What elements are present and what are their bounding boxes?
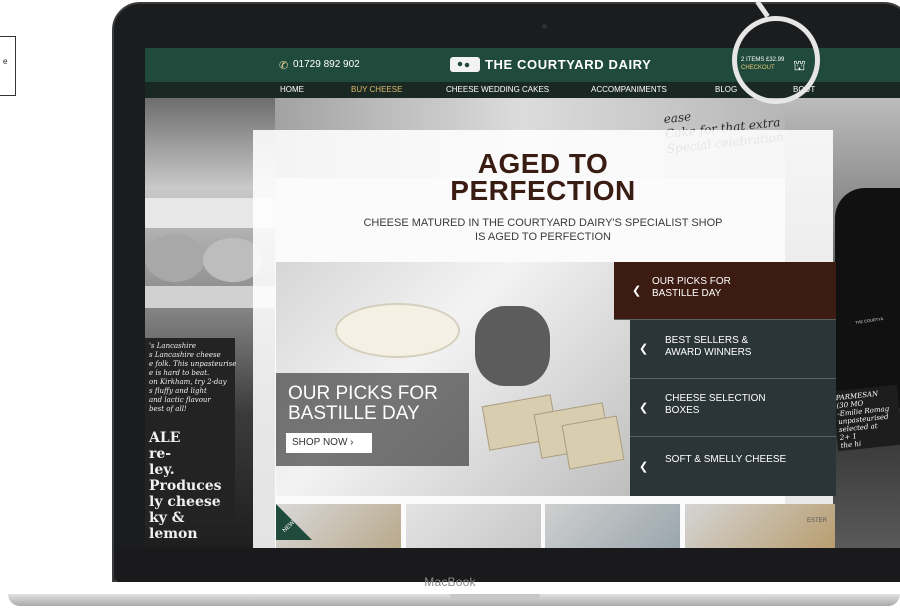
nav-item-accompaniments[interactable]: ACCOMPANIMENTS — [591, 85, 667, 94]
hero-title-line2: PERFECTION — [450, 175, 636, 206]
menu-item-soft-smelly[interactable]: ❮ SOFT & SMELLY CHEESE — [630, 437, 836, 496]
menu-item-label: SOFT & SMELLY CHEESE — [665, 454, 786, 466]
side-note-box: e — [0, 36, 16, 96]
menu-item-line2: AWARD WINNERS — [665, 347, 752, 358]
phone-icon: ✆ — [279, 60, 289, 72]
cheese-wheel-image — [145, 234, 205, 282]
hero-subtitle-line2: IS AGED TO PERFECTION — [475, 231, 611, 243]
chevron-left-icon: ❮ — [639, 402, 649, 414]
parmesan-sign: PARMESAN (30 MO -Emilie Romag unpasteuri… — [832, 384, 900, 452]
chevron-left-icon: ❮ — [632, 285, 642, 297]
side-note-text: e — [3, 57, 8, 66]
menu-item-line1: CHEESE SELECTION — [665, 393, 766, 404]
menu-item-best-sellers[interactable]: ❮ BEST SELLERS & AWARD WINNERS — [630, 320, 836, 379]
menu-item-selection-boxes[interactable]: ❮ CHEESE SELECTION BOXES — [630, 379, 836, 437]
laptop-notch — [450, 594, 540, 600]
nav-item-home[interactable]: HOME — [280, 85, 304, 94]
menu-item-bastille-day[interactable]: ❮ OUR PICKS FOR BASTILLE DAY — [614, 262, 836, 320]
chalkboard-small-text: 's Lancashire s Lancashire cheese e folk… — [149, 342, 237, 413]
hero-title: AGED TO PERFECTION — [253, 148, 833, 206]
hero-subtitle-line1: CHEESE MATURED IN THE COURTYARD DAIRY'S … — [363, 217, 723, 229]
feature-title-line2: BASTILLE DAY — [288, 403, 420, 424]
chevron-left-icon: ❮ — [639, 343, 649, 355]
chevron-left-icon: ❮ — [639, 461, 649, 473]
menu-item-label: OUR PICKS FOR BASTILLE DAY — [652, 276, 731, 300]
logo-icon[interactable] — [450, 57, 480, 72]
site-logo-text[interactable]: THE COURTYARD DAIRY — [485, 57, 651, 72]
cracker-image — [561, 415, 625, 470]
screen: 's Lancashire s Lancashire cheese e folk… — [145, 48, 900, 548]
menu-item-line1: OUR PICKS FOR — [652, 276, 731, 287]
menu-item-line1: SOFT & SMELLY CHEESE — [665, 454, 787, 465]
feature-title: OUR PICKS FOR BASTILLE DAY — [288, 384, 438, 424]
phone-number[interactable]: 01729 892 902 — [293, 59, 360, 70]
product-thumbnail[interactable] — [685, 504, 835, 548]
product-thumbnail[interactable] — [545, 504, 680, 548]
camera-icon — [542, 24, 547, 29]
menu-item-line1: BEST SELLERS & — [665, 335, 749, 346]
hero-subtitle: CHEESE MATURED IN THE COURTYARD DAIRY'S … — [325, 216, 761, 244]
chalkboard-image: 's Lancashire s Lancashire cheese e folk… — [145, 338, 237, 542]
tester-label: ESTER — [807, 518, 828, 524]
menu-item-label: BEST SELLERS & AWARD WINNERS — [665, 335, 751, 359]
nav-item-blog[interactable]: BLOG — [715, 85, 737, 94]
product-thumbnail[interactable] — [406, 504, 541, 548]
highlight-circle — [732, 16, 820, 104]
shop-now-button[interactable]: SHOP NOW › — [286, 433, 372, 453]
cheese-image — [475, 306, 550, 386]
device-brand-label: MacBook — [424, 575, 476, 589]
menu-item-line2: BASTILLE DAY — [652, 288, 722, 299]
nav-item-buy-cheese[interactable]: BUY CHEESE — [351, 85, 402, 94]
menu-item-line2: BOXES — [665, 405, 700, 416]
menu-item-label: CHEESE SELECTION BOXES — [665, 393, 766, 417]
feature-title-line1: OUR PICKS FOR — [288, 383, 438, 404]
chalkboard-big-text: ALE re- ley. Produces ly cheese ky & lem… — [149, 430, 222, 542]
cheese-image — [335, 303, 460, 358]
shopkeeper-image — [835, 188, 900, 408]
nav-item-wedding-cakes[interactable]: CHEESE WEDDING CAKES — [446, 85, 549, 94]
hero-title-line1: AGED TO — [477, 148, 609, 179]
